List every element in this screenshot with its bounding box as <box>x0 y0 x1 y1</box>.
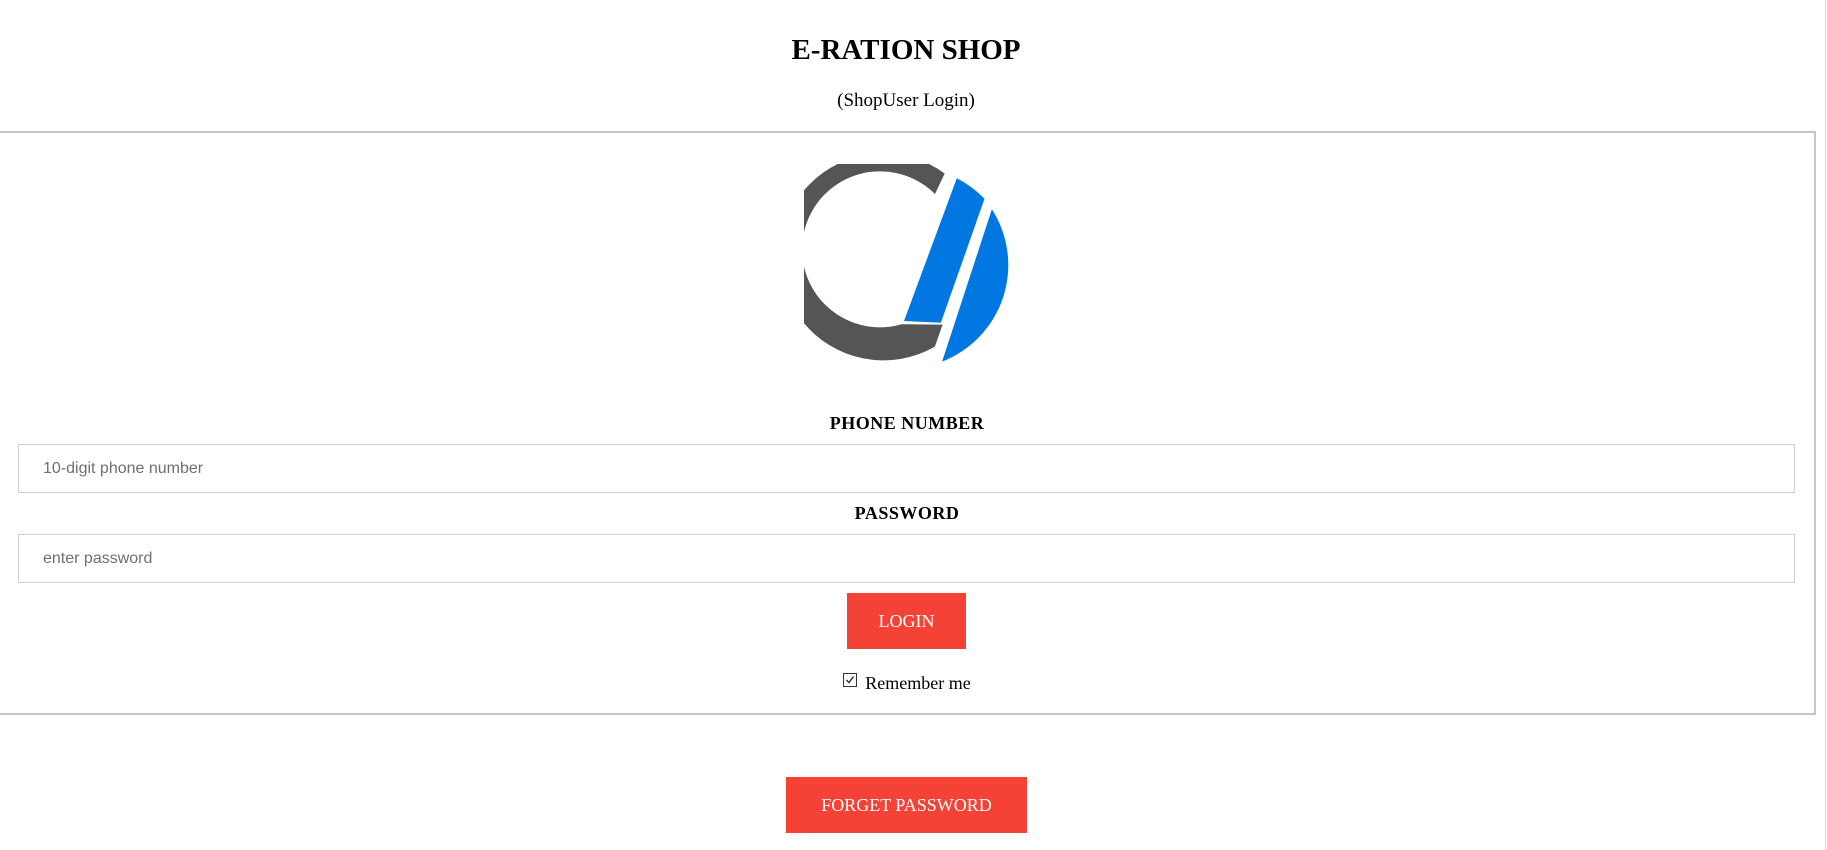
page-title: E-RATION SHOP <box>791 34 1021 66</box>
window-edge-divider <box>1825 0 1826 850</box>
checkmark-icon <box>846 676 855 684</box>
remember-me-label: Remember me <box>865 673 971 693</box>
logo-gray-arc <box>804 164 945 361</box>
remember-me-row: Remember me <box>0 671 1814 695</box>
phone-number-input[interactable] <box>18 444 1795 493</box>
login-form-box: PHONE NUMBER PASSWORD LOGIN Remember me <box>0 131 1816 715</box>
remember-me-checkbox[interactable] <box>843 673 858 687</box>
password-label: PASSWORD <box>854 503 960 523</box>
login-button[interactable]: LOGIN <box>847 593 966 649</box>
page-subtitle: (ShopUser Login) <box>837 90 975 111</box>
shop-user-login-page: { "header": { "title": "E-RATION SHOP", … <box>0 0 1827 850</box>
phone-number-label: PHONE NUMBER <box>829 413 985 433</box>
forget-password-button[interactable]: FORGET PASSWORD <box>786 777 1027 833</box>
brand-logo-icon <box>804 164 1009 362</box>
password-input[interactable] <box>18 534 1795 583</box>
